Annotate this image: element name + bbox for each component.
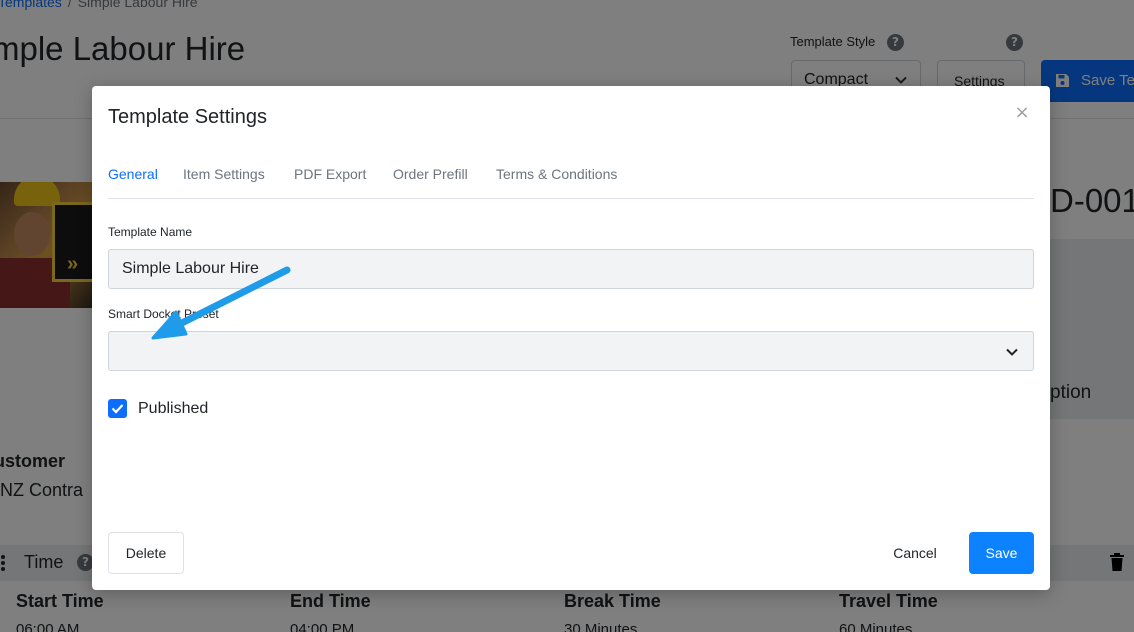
- cancel-button[interactable]: Cancel: [874, 532, 956, 574]
- smart-docket-preset-label: Smart Docket Preset: [108, 307, 219, 321]
- published-label[interactable]: Published: [138, 400, 208, 418]
- settings-tabs: General Item Settings PDF Export Order P…: [108, 164, 1034, 199]
- close-icon[interactable]: ×: [1012, 103, 1032, 123]
- tab-terms-conditions[interactable]: Terms & Conditions: [496, 166, 617, 182]
- save-button[interactable]: Save: [969, 532, 1034, 574]
- template-name-input[interactable]: [108, 249, 1034, 289]
- template-name-label: Template Name: [108, 225, 193, 239]
- delete-button[interactable]: Delete: [108, 532, 184, 574]
- published-checkbox[interactable]: [108, 399, 127, 418]
- tab-general[interactable]: General: [108, 166, 158, 182]
- template-settings-modal: Template Settings × General Item Setting…: [92, 86, 1050, 590]
- smart-docket-preset-select[interactable]: [108, 331, 1034, 371]
- tab-pdf-export[interactable]: PDF Export: [294, 166, 366, 182]
- checkmark-icon: [111, 404, 124, 414]
- chevron-down-icon: [1006, 348, 1018, 356]
- modal-title: Template Settings: [108, 106, 267, 128]
- tab-item-settings[interactable]: Item Settings: [183, 166, 265, 182]
- tab-order-prefill[interactable]: Order Prefill: [393, 166, 468, 182]
